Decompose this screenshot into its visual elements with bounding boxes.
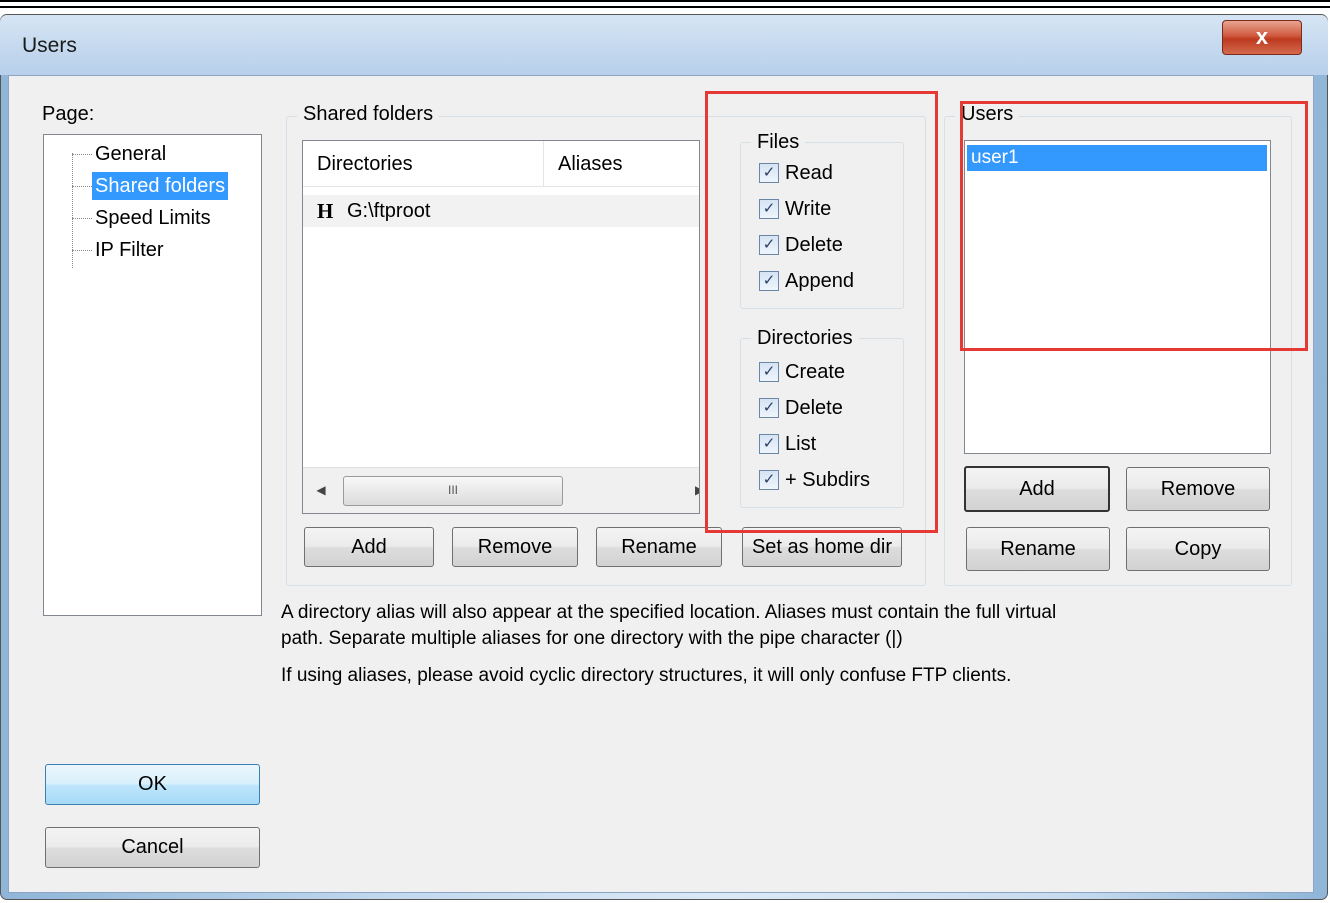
- cyclic-warning: If using aliases, please avoid cyclic di…: [281, 665, 1012, 686]
- users-highlight: [960, 101, 1308, 351]
- close-button[interactable]: x: [1222, 20, 1302, 55]
- home-dir-icon: H: [317, 199, 334, 223]
- tree-connector: [72, 249, 92, 251]
- tree-item-label: Speed Limits: [95, 207, 211, 229]
- tree-item-label: Shared folders: [92, 172, 229, 200]
- alias-info-line-2: path. Separate multiple aliases for one …: [281, 628, 903, 649]
- scroll-thumb[interactable]: III: [343, 476, 563, 506]
- close-icon: x: [1255, 24, 1269, 49]
- page-tree[interactable]: General Shared folders Speed Limits IP F…: [43, 134, 262, 616]
- title-bar: [0, 15, 1328, 75]
- tree-item-shared-folders[interactable]: Shared folders: [72, 171, 229, 201]
- directory-row[interactable]: H G:\ftproot: [303, 195, 699, 227]
- tree-item-ip-filter[interactable]: IP Filter: [72, 235, 167, 265]
- alias-info-line-1: A directory alias will also appear at th…: [281, 602, 1057, 623]
- scroll-right-icon[interactable]: ▶: [695, 478, 699, 502]
- document-top-rule: [0, 0, 1330, 2]
- remove-user-button[interactable]: Remove: [1126, 467, 1270, 511]
- page-label: Page:: [42, 103, 95, 125]
- add-user-button[interactable]: Add: [964, 466, 1110, 512]
- tree-item-label: IP Filter: [95, 239, 164, 261]
- shared-folders-title: Shared folders: [297, 103, 440, 126]
- tree-connector: [72, 185, 92, 187]
- copy-user-button[interactable]: Copy: [1126, 527, 1270, 571]
- column-header-directories[interactable]: Directories: [303, 141, 543, 187]
- rename-user-button[interactable]: Rename: [966, 527, 1110, 571]
- directory-list[interactable]: Directories Aliases H G:\ftproot ◀ III ▶: [302, 140, 700, 514]
- set-home-dir-button[interactable]: Set as home dir: [742, 527, 902, 567]
- tree-item-general[interactable]: General: [72, 139, 169, 169]
- tree-item-speed-limits[interactable]: Speed Limits: [72, 203, 214, 233]
- document-top-rule-2: [0, 6, 1330, 8]
- remove-folder-button[interactable]: Remove: [452, 527, 578, 567]
- permissions-highlight: [705, 91, 938, 533]
- tree-connector: [72, 153, 92, 155]
- tree-connector: [72, 217, 92, 219]
- window-title: Users: [22, 34, 77, 57]
- horizontal-scrollbar[interactable]: ◀ III ▶: [303, 467, 699, 513]
- cancel-button[interactable]: Cancel: [45, 827, 260, 868]
- scroll-grip-icon: III: [447, 483, 458, 497]
- tree-item-label: General: [95, 143, 167, 165]
- column-header-aliases[interactable]: Aliases: [544, 141, 699, 187]
- ok-button[interactable]: OK: [45, 764, 260, 805]
- scroll-left-icon[interactable]: ◀: [309, 478, 333, 502]
- directory-path: G:\ftproot: [347, 200, 431, 222]
- add-folder-button[interactable]: Add: [304, 527, 434, 567]
- rename-folder-button[interactable]: Rename: [596, 527, 722, 567]
